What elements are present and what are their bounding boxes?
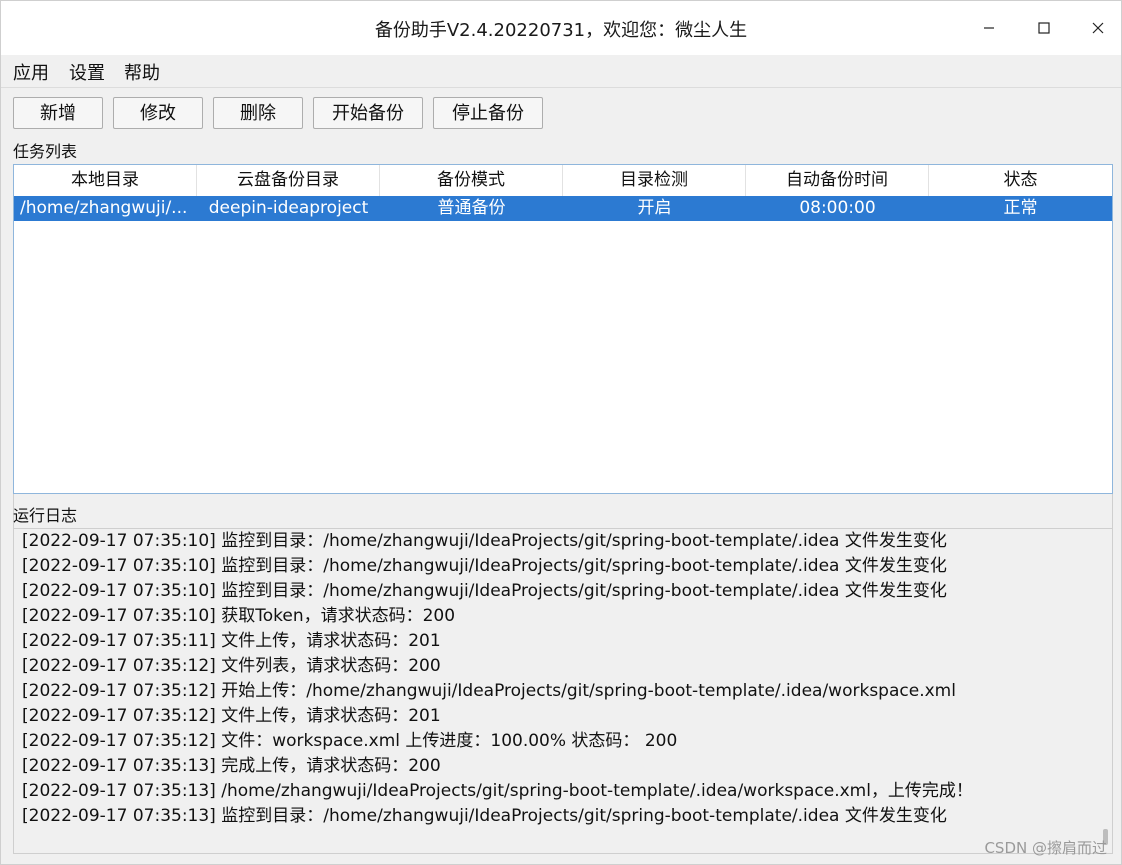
close-button[interactable] [1071,1,1121,55]
minimize-button-real[interactable] [962,1,1016,55]
start-backup-button[interactable]: 开始备份 [313,97,423,129]
column-header-status[interactable]: 状态 [929,165,1112,196]
menu-app[interactable]: 应用 [11,59,51,85]
window-title: 备份助手V2.4.20220731，欢迎您：微尘人生 [374,20,748,41]
cell-mode: 普通备份 [437,198,506,218]
cell-cloud-dir: deepin-ideaproject [208,198,369,218]
column-header-cloud-dir[interactable]: 云盘备份目录 [197,165,380,196]
log-line: [2022-09-17 07:35:12] 文件：workspace.xml 上… [22,731,678,751]
log-line: [2022-09-17 07:35:13] /home/zhangwuji/Id… [22,781,973,801]
delete-button[interactable]: 删除 [213,97,303,129]
maximize-button[interactable] [1017,1,1071,55]
menu-help[interactable]: 帮助 [122,59,162,85]
title-bar[interactable]: 备份助手V2.4.20220731，欢迎您：微尘人生 [1,1,1121,55]
log-panel[interactable]: [2022-09-17 07:35:10] 监控到目录：/home/zhangw… [13,528,1113,854]
log-line: [2022-09-17 07:35:10] 监控到目录：/home/zhangw… [22,581,947,601]
log-line: [2022-09-17 07:35:13] 完成上传，请求状态码：200 [22,756,441,776]
cell-local-dir: /home/zhangwuji/... [20,198,188,218]
column-header-dir-check[interactable]: 目录检测 [563,165,746,196]
column-header-auto-time[interactable]: 自动备份时间 [746,165,929,196]
log-line: [2022-09-17 07:35:12] 文件上传，请求状态码：201 [22,706,441,726]
log-line: [2022-09-17 07:35:10] 监控到目录：/home/zhangw… [22,556,947,576]
task-list-label: 任务列表 [13,142,78,161]
log-line: [2022-09-17 07:35:10] 获取Token，请求状态码：200 [22,606,456,626]
close-icon [1092,22,1104,34]
task-table-header: 本地目录 云盘备份目录 备份模式 目录检测 自动备份时间 状态 [14,165,1112,197]
column-header-mode[interactable]: 备份模式 [380,165,563,196]
cell-dir-check: 开启 [637,198,672,218]
stop-backup-button[interactable]: 停止备份 [433,97,543,129]
log-list: [2022-09-17 07:35:10] 监控到目录：/home/zhangw… [22,529,1092,829]
cell-auto-time: 08:00:00 [799,198,876,218]
column-header-local-dir[interactable]: 本地目录 [14,165,197,196]
log-line: [2022-09-17 07:35:11] 文件上传，请求状态码：201 [22,631,441,651]
task-table[interactable]: 本地目录 云盘备份目录 备份模式 目录检测 自动备份时间 状态 /home/zh… [13,164,1113,494]
log-line: [2022-09-17 07:35:10] 监控到目录：/home/zhangw… [22,531,947,551]
log-line: [2022-09-17 07:35:13] 监控到目录：/home/zhangw… [22,806,947,826]
maximize-icon [1038,22,1050,34]
minimize-icon [983,22,995,34]
log-label: 运行日志 [13,506,78,525]
watermark: CSDN @擦肩而过 [984,839,1107,857]
add-button[interactable]: 新增 [13,97,103,129]
log-header-area [13,494,1113,528]
edit-button[interactable]: 修改 [113,97,203,129]
log-line: [2022-09-17 07:35:12] 开始上传：/home/zhangwu… [22,681,956,701]
cell-status: 正常 [1003,198,1038,218]
app-window: 备份助手V2.4.20220731，欢迎您：微尘人生 应用 设置 帮助 新增 修… [0,0,1122,865]
log-line: [2022-09-17 07:35:12] 文件列表，请求状态码：200 [22,656,441,676]
table-row[interactable]: /home/zhangwuji/... deepin-ideaproject 普… [14,196,1112,221]
menu-settings[interactable]: 设置 [67,59,107,85]
menu-bar: 应用 设置 帮助 [1,55,1121,88]
